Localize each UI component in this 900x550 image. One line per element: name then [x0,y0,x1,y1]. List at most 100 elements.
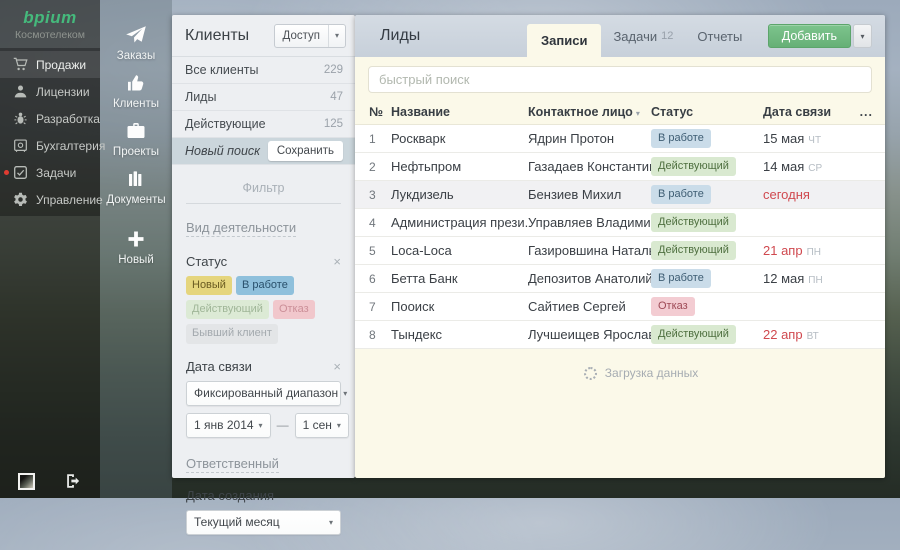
company-name: Тындекс [391,327,528,342]
contact-date: 21 апр [763,243,803,258]
tab-bar: Записи Задачи12 Отчеты [527,15,754,57]
company-name: Бетта Банк [391,271,528,286]
close-icon[interactable]: × [333,255,341,268]
tab-records[interactable]: Записи [527,24,601,57]
sidebar-item-tasks[interactable]: Задачи [0,159,100,186]
sidebar-item-management[interactable]: Управление [0,186,100,213]
sidebar-item-label: Документы [106,194,165,206]
column-header-date[interactable]: Дата связи [763,105,843,119]
table-row[interactable]: 2 Нефтьпром Газадаев Константин Действую… [355,153,885,181]
add-button[interactable]: Добавить [768,24,851,48]
check-square-icon [13,165,28,180]
page-title: Лиды [380,27,420,45]
more-columns-button[interactable]: ... [843,105,873,119]
access-button-label: Доступ [275,25,328,47]
tab-tasks[interactable]: Задачи12 [601,15,685,57]
chevron-down-icon: ▾ [337,421,341,430]
filter-group-label: Дата создания [186,488,341,503]
sidebar-footer [0,472,100,490]
quick-search-input[interactable] [368,66,872,93]
status-tag[interactable]: Новый [186,276,232,295]
paper-plane-icon [125,24,147,46]
leads-panel: Лиды Записи Задачи12 Отчеты Добавить ▾ №… [355,15,885,478]
add-dropdown-button[interactable]: ▾ [853,24,872,48]
filter-input[interactable] [186,175,341,204]
tab-reports[interactable]: Отчеты [685,15,754,57]
close-icon[interactable]: × [333,360,341,373]
logout-icon[interactable] [64,472,82,490]
table-row[interactable]: 7 Пооиск Сайтиев Сергей Отказ [355,293,885,321]
saved-search-leads[interactable]: Лиды 47 [172,84,355,111]
chevron-down-icon: ▾ [259,421,263,430]
saved-search-active[interactable]: Действующие 125 [172,111,355,138]
save-search-button[interactable]: Сохранить [268,141,343,161]
sidebar-item-label: Новый [118,254,154,266]
row-number: 7 [369,300,391,314]
company-name: Loca-Loca [391,243,528,258]
created-date-select[interactable]: Текущий месяц ▾ [186,510,341,535]
user-avatar[interactable] [18,473,35,490]
new-search-row[interactable]: Новый поиск Сохранить [172,138,355,165]
contact-person: Бензиев Михил [528,187,651,202]
row-number: 6 [369,272,391,286]
section-sidebar: Заказы Клиенты Проекты Документы Новый [100,0,172,498]
responsible-filter-link[interactable]: Ответственный [186,456,279,473]
sidebar-item-development[interactable]: Разработка [0,105,100,132]
sidebar-item-new[interactable]: Новый [118,228,154,266]
weekday-label: СР [808,163,822,174]
chevron-down-icon: ▾ [860,32,864,41]
row-number: 5 [369,244,391,258]
column-header-num[interactable]: № [369,105,391,119]
status-badge: В работе [651,129,711,148]
sidebar-item-licenses[interactable]: Лицензии [0,78,100,105]
row-number: 4 [369,216,391,230]
sidebar-item-projects[interactable]: Проекты [113,120,159,158]
safe-icon [13,138,28,153]
row-number: 3 [369,188,391,202]
access-button[interactable]: Доступ ▾ [274,24,346,48]
status-tag[interactable]: Отказ [273,300,315,319]
bug-icon [13,111,28,126]
sidebar-item-orders[interactable]: Заказы [117,24,155,62]
sort-desc-icon: ▾ [636,109,640,118]
sidebar-item-sales[interactable]: Продажи [0,51,100,78]
range-type-select[interactable]: Фиксированный диапазон ▾ [186,381,341,406]
status-tag[interactable]: Действующий [186,300,269,319]
contact-date: 15 мая [763,131,804,146]
row-number: 2 [369,160,391,174]
loading-text: Загрузка данных [605,366,698,380]
activity-type-filter-link[interactable]: Вид деятельности [186,220,296,237]
sidebar-item-label: Продажи [36,58,86,72]
clients-panel-header: Клиенты Доступ ▾ [172,15,355,57]
sidebar-item-documents[interactable]: Документы [106,168,165,206]
status-tag[interactable]: Бывший клиент [186,324,278,343]
status-badge: Действующий [651,241,736,260]
chevron-down-icon[interactable]: ▾ [328,25,345,47]
saved-search-all-clients[interactable]: Все клиенты 229 [172,57,355,84]
sidebar-item-label: Бухгалтерия [36,139,105,153]
company-name: Нефтьпром [391,159,528,174]
table-row[interactable]: 6 Бетта Банк Депозитов Анатолий В работе… [355,265,885,293]
sidebar-item-clients[interactable]: Клиенты [113,72,159,110]
table-row[interactable]: 8 Тындекс Лучшеищев Ярослав Действующий … [355,321,885,349]
status-badge: В работе [651,269,711,288]
column-header-name[interactable]: Название [391,105,528,119]
contact-date-filter-group: Дата связи × Фиксированный диапазон ▾ 1 … [186,359,341,438]
contact-date: 22 апр [763,327,803,342]
table-row[interactable]: 1 Роскварк Ядрин Протон В работе 15 маяЧ… [355,125,885,153]
table-row[interactable]: 3 Лукдизель Бензиев Михил В работе сегод… [355,181,885,209]
date-from-select[interactable]: 1 янв 2014 ▾ [186,413,271,438]
column-header-status[interactable]: Статус [651,105,763,119]
sidebar-item-accounting[interactable]: Бухгалтерия [0,132,100,159]
table-row[interactable]: 5 Loca-Loca Газировшина Наталья Действую… [355,237,885,265]
contact-person: Лучшеищев Ярослав [528,327,651,342]
main-sidebar: bpium Космотелеком Продажи Лицензии Разр… [0,0,100,498]
date-to-select[interactable]: 1 сен ▾ [295,413,349,438]
table-row[interactable]: 4 Администрация прези... Управляев Влади… [355,209,885,237]
column-header-contact[interactable]: Контактное лицо▾ [528,105,651,119]
status-tag[interactable]: В работе [236,276,294,295]
company-name: Пооиск [391,299,528,314]
contact-date: 14 мая [763,159,804,174]
sidebar-item-label: Задачи [36,166,76,180]
filter-area: Вид деятельности Статус × Новый В работе… [172,165,355,550]
